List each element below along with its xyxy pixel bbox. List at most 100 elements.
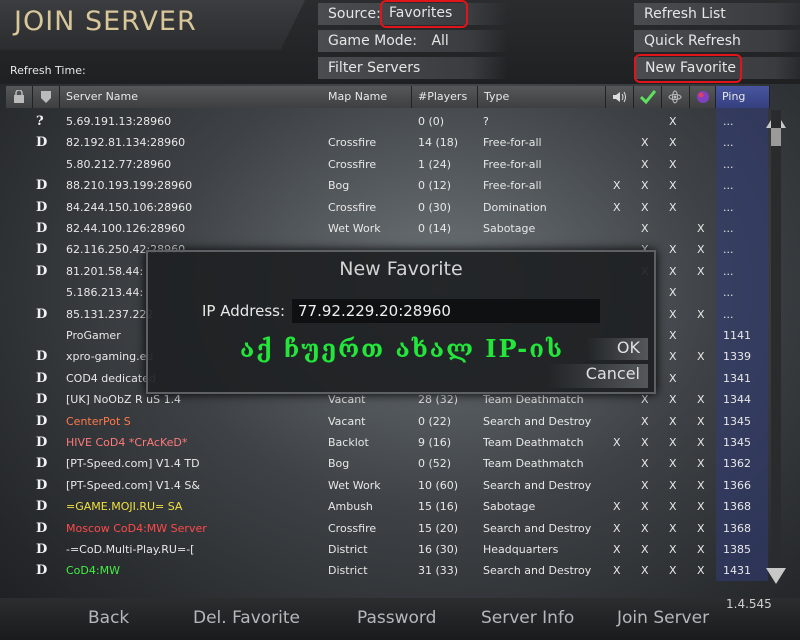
- scroll-down-arrow[interactable]: [766, 568, 786, 584]
- ping-cell: 1368: [723, 521, 751, 535]
- voice-flag-cell: X: [613, 436, 621, 449]
- ip-address-input[interactable]: [292, 299, 600, 323]
- server-name-cell: 82.192.81.134:28960: [66, 136, 186, 150]
- mod-flag-cell: X: [669, 371, 677, 385]
- mod-flag-cell: X: [669, 500, 677, 514]
- new-favorite-highlight: [634, 54, 742, 83]
- password-button[interactable]: Password: [357, 608, 436, 628]
- players-cell: 0 (52): [418, 457, 452, 471]
- game-mode-selector[interactable]: Game Mode: All: [318, 30, 508, 52]
- table-row[interactable]: D 88.210.193.199:28960 Bog 0 (12) Free-for-a…: [6, 175, 770, 196]
- col-ping[interactable]: Ping: [716, 86, 770, 108]
- table-row[interactable]: D =GAME.MOJI.RU= SA Ambush 15 (16) Sabotage X…: [6, 496, 770, 517]
- hardcore-flag-cell: X: [697, 457, 705, 471]
- server-name-cell: 5.80.212.77:28960: [66, 157, 172, 171]
- scrollbar-track[interactable]: [771, 110, 781, 580]
- quick-refresh-button[interactable]: Quick Refresh: [634, 30, 800, 52]
- col-punkbuster[interactable]: [634, 86, 662, 108]
- server-type-icon: D: [36, 563, 48, 579]
- punkbuster-flag-cell: X: [641, 179, 649, 193]
- server-type-icon: D: [36, 306, 48, 322]
- col-lock[interactable]: [6, 86, 33, 108]
- col-server-name[interactable]: Server Name: [60, 86, 328, 108]
- col-hardcore[interactable]: [690, 86, 716, 108]
- server-info-button[interactable]: Server Info: [481, 608, 574, 628]
- ping-cell: ...: [723, 115, 734, 128]
- mod-flag-cell: X: [669, 264, 677, 278]
- col-type[interactable]: Type: [478, 86, 606, 108]
- type-cell: Team Deathmatch: [483, 457, 584, 471]
- voice-flag-cell: X: [613, 564, 621, 578]
- server-name-cell: Moscow CoD4:MW Server: [66, 521, 207, 535]
- col-dedicated[interactable]: [33, 86, 60, 108]
- map-name-cell: District: [328, 543, 368, 556]
- map-name-cell: Crossfire: [328, 136, 377, 150]
- mod-flag-cell: X: [669, 457, 677, 471]
- server-type-icon: D: [36, 477, 48, 493]
- punkbuster-flag-cell: X: [641, 222, 649, 235]
- col-voice[interactable]: [606, 86, 634, 108]
- hardcore-flag-cell: X: [697, 264, 705, 278]
- refresh-list-button[interactable]: Refresh List: [634, 3, 800, 25]
- hardcore-flag-cell: X: [697, 243, 705, 257]
- back-button[interactable]: Back: [88, 608, 129, 628]
- type-cell: Search and Destroy: [483, 521, 592, 535]
- dialog-title: New Favorite: [339, 258, 463, 280]
- mod-flag-cell: X: [669, 393, 677, 407]
- players-cell: 0 (22): [418, 414, 452, 428]
- scrollbar-thumb[interactable]: [771, 128, 781, 146]
- players-cell: 0 (30): [418, 200, 452, 214]
- table-row[interactable]: D HIVE CoD4 *CrAcKeD* Backlot 9 (16) Team De…: [6, 432, 770, 453]
- ip-address-label: IP Address:: [202, 302, 286, 320]
- table-row[interactable]: D 82.192.81.134:28960 Crossfire 14 (18) Free…: [6, 132, 770, 153]
- map-name-cell: Bog: [328, 179, 350, 193]
- col-mod[interactable]: [662, 86, 690, 108]
- mod-flag-cell: X: [669, 414, 677, 428]
- map-name-cell: Ambush: [328, 500, 373, 514]
- voice-flag-cell: X: [613, 179, 621, 193]
- mod-flag-cell: X: [669, 157, 677, 171]
- join-server-button[interactable]: Join Server: [617, 608, 709, 628]
- table-row[interactable]: D CenterPot S Vacant 0 (22) Search and Destr…: [6, 411, 770, 432]
- table-row[interactable]: D Moscow CoD4:MW Server Crossfire 15 (20) Se…: [6, 518, 770, 539]
- speaker-icon: [613, 91, 626, 103]
- filter-servers-button[interactable]: Filter Servers: [318, 57, 508, 79]
- del-favorite-button[interactable]: Del. Favorite: [193, 608, 300, 628]
- checkmark-icon: [639, 90, 657, 105]
- server-type-icon: D: [36, 542, 48, 557]
- hardcore-flag-cell: X: [697, 500, 705, 514]
- type-cell: Domination: [483, 200, 547, 214]
- cancel-button[interactable]: Cancel: [548, 364, 648, 388]
- server-type-icon: D: [36, 242, 48, 258]
- punkbuster-flag-cell: X: [641, 500, 649, 514]
- mod-flag-cell: X: [669, 436, 677, 449]
- mod-flag-cell: X: [669, 243, 677, 257]
- source-label: Source:: [328, 6, 381, 22]
- ping-cell: ...: [723, 200, 734, 214]
- table-row[interactable]: D CoD4:MW District 31 (33) Search and Destro…: [6, 560, 770, 581]
- map-name-cell: Wet Work: [328, 478, 381, 492]
- ok-button[interactable]: OK: [586, 338, 648, 360]
- map-name-cell: Bog: [328, 457, 350, 471]
- table-row[interactable]: ? 5.69.191.13:28960 0 (0)? X...: [6, 111, 770, 132]
- source-value[interactable]: Favorites: [389, 5, 452, 21]
- table-row[interactable]: D [PT-Speed.com] V1.4 S& Wet Work 10 (60) Se…: [6, 475, 770, 496]
- server-type-icon: D: [36, 370, 48, 386]
- table-row[interactable]: D [PT-Speed.com] V1.4 TD Bog 0 (52) Team Dea…: [6, 453, 770, 474]
- type-cell: Sabotage: [483, 222, 536, 235]
- table-row[interactable]: D -=CoD.Multi-Play.RU=-[District 16 (30) He…: [6, 539, 770, 560]
- new-favorite-dialog: New Favorite IP Address: აქ ჩუერთ ახალ I…: [146, 250, 656, 394]
- table-row[interactable]: D 82.44.100.126:28960 Wet Work 0 (14) Sabota…: [6, 218, 770, 239]
- ping-cell: 1368: [723, 500, 751, 514]
- map-name-cell: Crossfire: [328, 521, 377, 535]
- game-mode-label: Game Mode:: [328, 33, 417, 49]
- col-players[interactable]: #Players: [412, 86, 478, 108]
- hardcore-flag-cell: X: [697, 543, 705, 556]
- hardcore-flag-cell: X: [697, 222, 705, 235]
- players-cell: 1 (24): [418, 157, 452, 171]
- atom-icon: [668, 90, 682, 104]
- col-map-name[interactable]: Map Name: [322, 86, 412, 108]
- table-row[interactable]: 5.80.212.77:28960 Crossfire 1 (24) Free-for…: [6, 154, 770, 175]
- players-cell: 15 (16): [418, 500, 459, 514]
- table-row[interactable]: D 84.244.150.106:28960 Crossfire 0 (30) Domi…: [6, 197, 770, 218]
